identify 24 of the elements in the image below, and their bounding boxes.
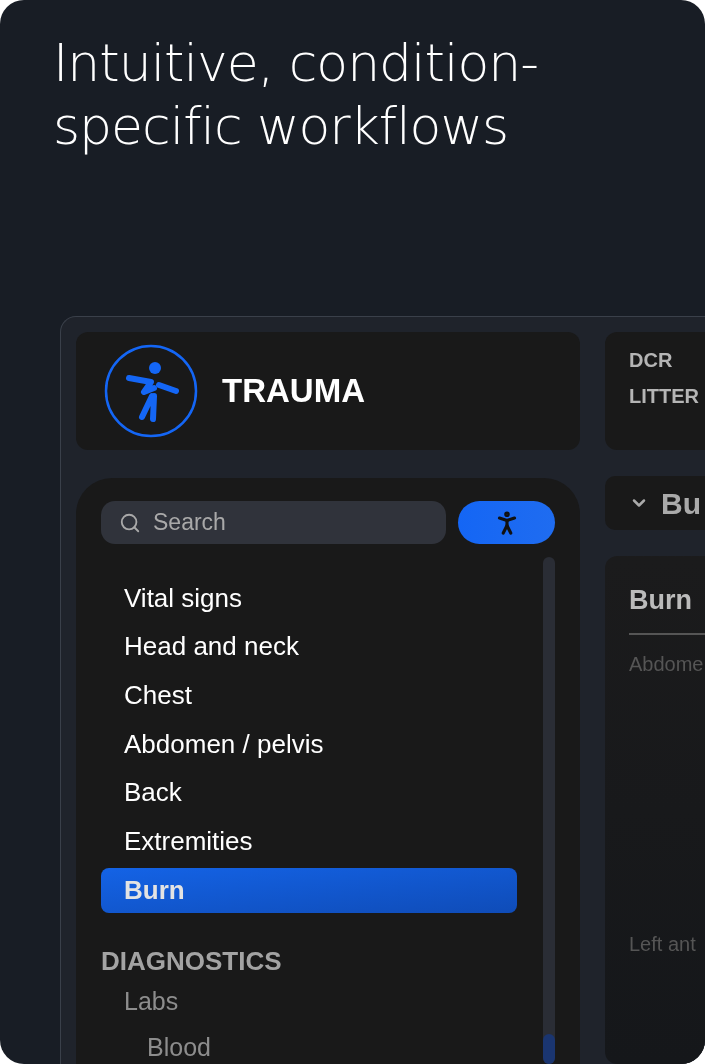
scrollbar[interactable] (543, 557, 555, 1064)
tag-label: LITTER (629, 384, 700, 409)
tag-label: DCR (629, 348, 674, 373)
search-icon (119, 512, 141, 534)
nav-item[interactable]: Labs (101, 977, 517, 1024)
search-field[interactable]: Search (101, 501, 446, 544)
card-title: Burn (629, 584, 693, 617)
nav-item[interactable]: Abdomen / pelvis (101, 719, 517, 769)
nav-item[interactable]: Extremities (101, 816, 517, 866)
nav-item[interactable]: Chest (101, 671, 517, 720)
nav-item[interactable]: Head and neck (101, 622, 517, 672)
field-label: Left ant (629, 931, 697, 957)
nav-item[interactable]: Back (101, 768, 517, 817)
nav-item[interactable]: Blood (101, 1023, 517, 1064)
header-title: TRAUMA (222, 371, 365, 412)
field-label: Abdome (629, 651, 705, 677)
section-bar[interactable]: Bu (605, 476, 705, 530)
body-map-button[interactable] (458, 501, 555, 544)
injured-figure-icon (104, 344, 198, 438)
section-heading: DIAGNOSTICS (101, 944, 283, 978)
headline: Intuitive, condition-specific workflows (53, 32, 539, 158)
nav-item[interactable]: Burn (101, 867, 517, 913)
section-title: Bu (661, 485, 701, 522)
nav-item[interactable]: Vital signs (101, 574, 517, 623)
